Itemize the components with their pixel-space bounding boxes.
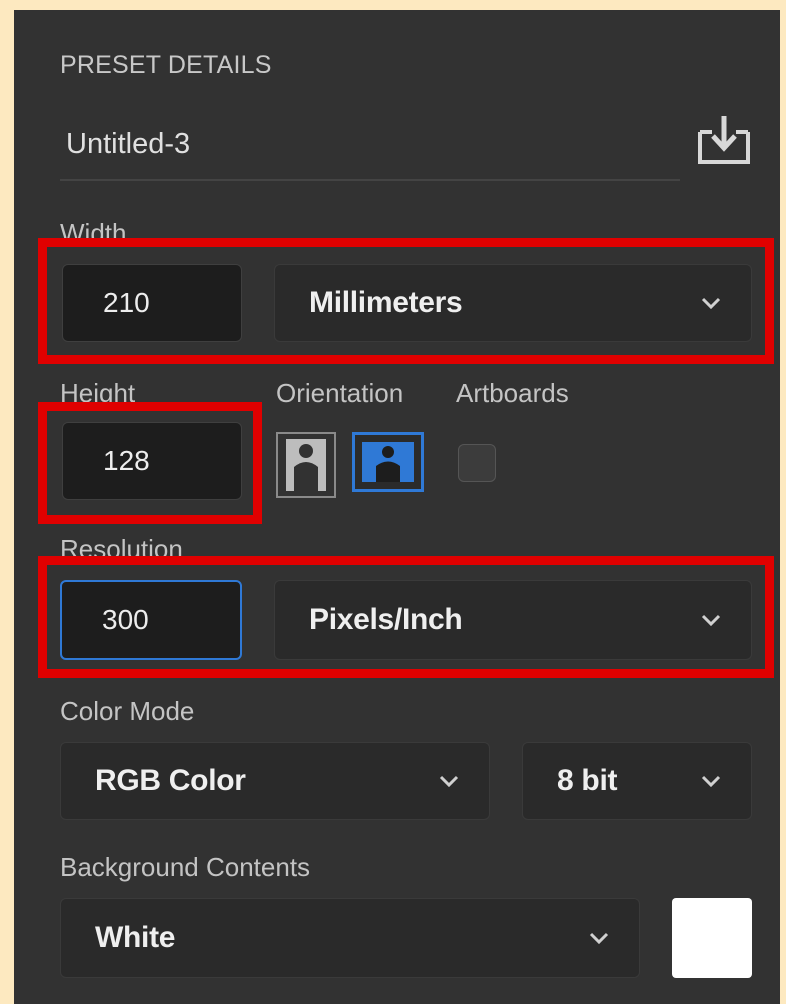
- document-name-input[interactable]: Untitled-3: [66, 128, 190, 161]
- resolution-input[interactable]: 300: [60, 580, 242, 660]
- chevron-down-icon: [701, 614, 721, 626]
- width-input[interactable]: 210: [62, 264, 242, 342]
- chevron-down-icon: [589, 932, 609, 944]
- width-label: Width: [60, 218, 127, 248]
- save-preset-icon[interactable]: [694, 112, 754, 170]
- portrait-person-icon: [286, 439, 326, 491]
- chevron-down-icon: [439, 775, 459, 787]
- section-title: PRESET DETAILS: [60, 51, 272, 79]
- chevron-down-icon: [701, 775, 721, 787]
- width-unit-select[interactable]: Millimeters: [274, 264, 752, 342]
- bit-depth-value: 8 bit: [557, 764, 618, 797]
- landscape-person-icon: [362, 442, 414, 482]
- background-color-swatch[interactable]: [672, 898, 752, 978]
- height-input[interactable]: 128: [62, 422, 242, 500]
- chevron-down-icon: [701, 297, 721, 309]
- color-mode-value: RGB Color: [95, 764, 246, 797]
- background-contents-value: White: [95, 921, 176, 954]
- width-unit-value: Millimeters: [309, 286, 463, 319]
- color-mode-select[interactable]: RGB Color: [60, 742, 490, 820]
- resolution-label: Resolution: [60, 534, 183, 564]
- orientation-label: Orientation: [276, 378, 404, 408]
- orientation-portrait-button[interactable]: [276, 432, 336, 498]
- document-name-underline: [60, 179, 680, 181]
- background-contents-label: Background Contents: [60, 852, 311, 882]
- orientation-landscape-button[interactable]: [352, 432, 424, 492]
- background-contents-select[interactable]: White: [60, 898, 640, 978]
- color-mode-label: Color Mode: [60, 696, 195, 726]
- resolution-unit-select[interactable]: Pixels/Inch: [274, 580, 752, 660]
- artboards-checkbox[interactable]: [458, 444, 496, 482]
- height-label: Height: [60, 378, 136, 408]
- preset-details-panel: PRESET DETAILS Untitled-3 Width 210 Mill…: [14, 10, 780, 1004]
- resolution-unit-value: Pixels/Inch: [309, 603, 463, 636]
- bit-depth-select[interactable]: 8 bit: [522, 742, 752, 820]
- artboards-label: Artboards: [456, 378, 569, 408]
